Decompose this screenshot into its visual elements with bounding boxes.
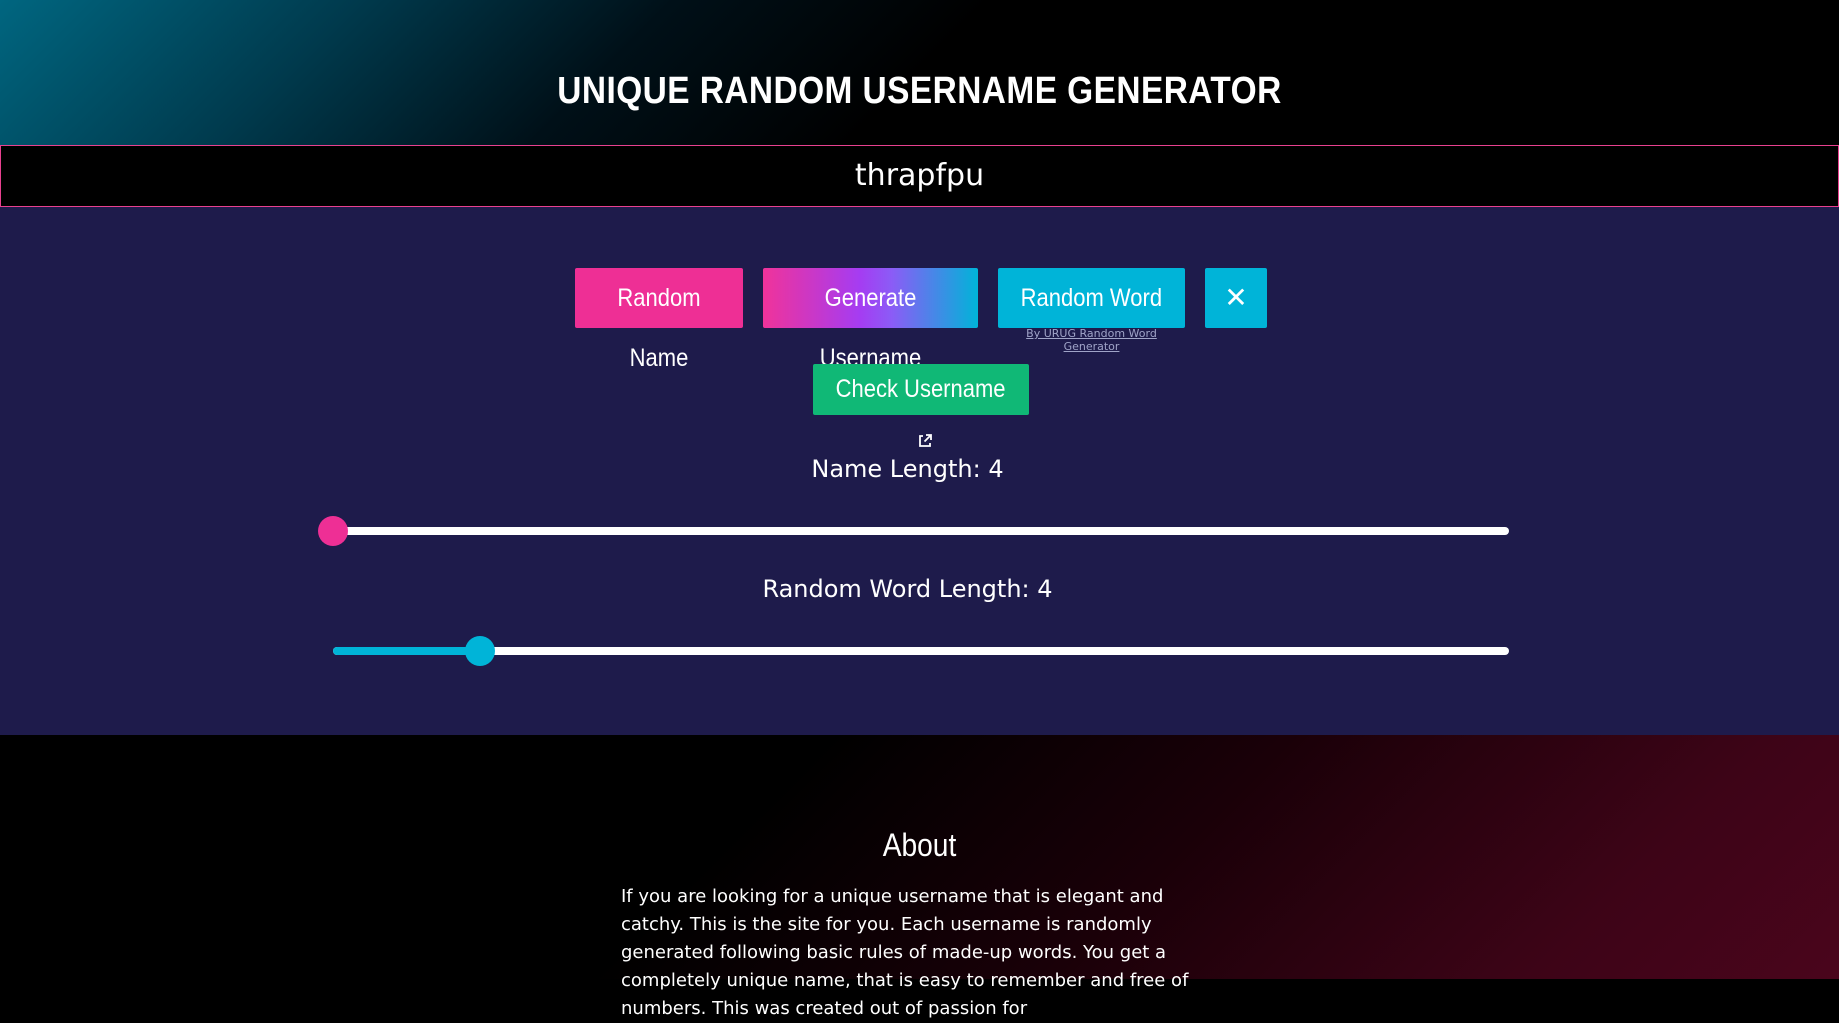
word-length-thumb[interactable] xyxy=(465,636,495,666)
name-length-text: Name Length: xyxy=(811,455,981,483)
word-length-text: Random Word Length: xyxy=(762,575,1030,603)
generate-username-button[interactable]: Generate Username xyxy=(763,268,978,372)
about-text: If you are looking for a unique username… xyxy=(621,886,1189,1019)
about-section: About If you are looking for a unique us… xyxy=(0,735,1839,1019)
random-word-button[interactable]: Random Word xyxy=(998,268,1185,328)
word-length-fill xyxy=(333,647,480,655)
name-length-label: Name Length: 4 xyxy=(0,455,1815,483)
about-title: About xyxy=(882,827,957,863)
credit-link[interactable]: By URUG Random Word Generator xyxy=(998,327,1185,353)
close-icon: ✕ xyxy=(1224,282,1248,313)
random-name-button[interactable]: Random Name xyxy=(575,268,743,372)
random-word-label: Random Word xyxy=(1020,284,1163,312)
name-length-value: 4 xyxy=(988,455,1004,483)
page-title: UNIQUE RANDOM USERNAME GENERATOR xyxy=(557,70,1282,112)
word-length-label: Random Word Length: 4 xyxy=(0,575,1815,603)
check-username-button[interactable]: Check Username xyxy=(813,364,1029,447)
word-length-value: 4 xyxy=(1037,575,1053,603)
check-username-label: Check Username xyxy=(836,375,1006,403)
username-output[interactable]: thrapfpu xyxy=(0,145,1839,207)
name-length-slider[interactable] xyxy=(318,516,1509,546)
name-length-thumb[interactable] xyxy=(318,516,348,546)
random-name-label: Random Name xyxy=(617,284,701,372)
clear-button[interactable]: ✕ xyxy=(1205,268,1267,328)
word-length-slider[interactable] xyxy=(333,636,1509,666)
external-link-icon xyxy=(919,434,932,447)
